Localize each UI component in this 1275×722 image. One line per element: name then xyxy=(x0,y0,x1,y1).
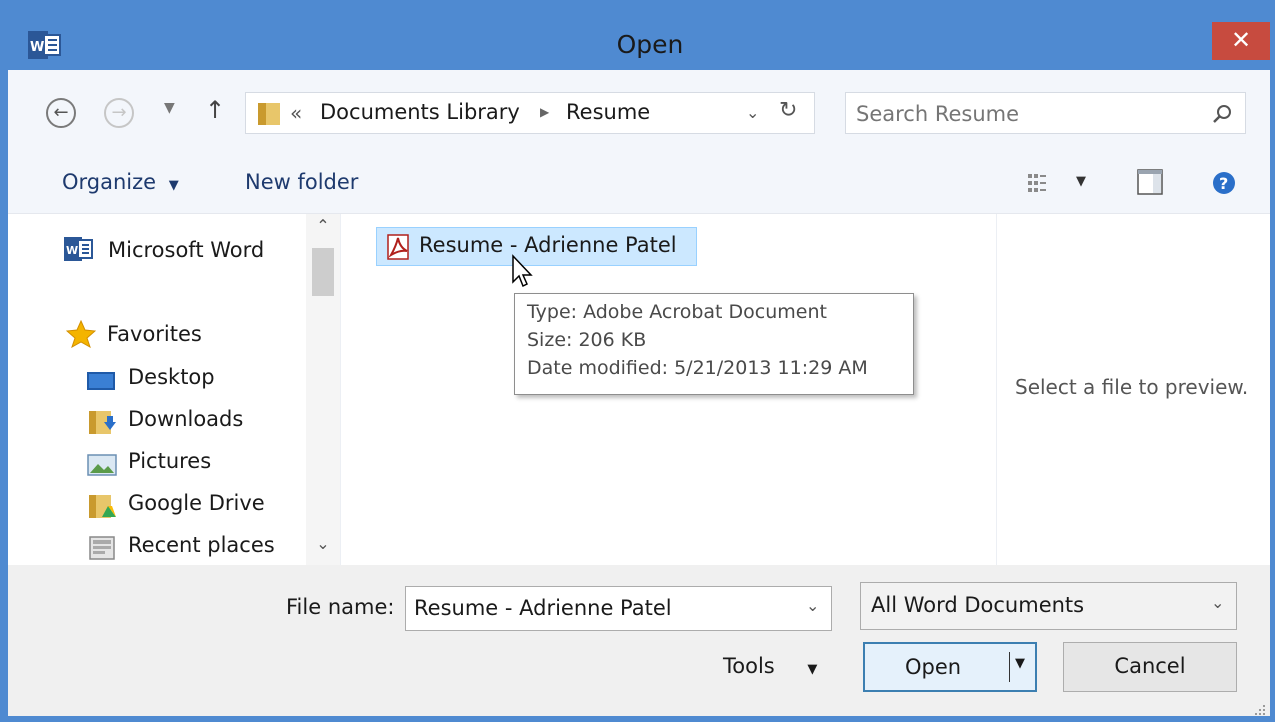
nav-item-desktop[interactable]: Desktop xyxy=(128,365,215,389)
close-button[interactable]: ✕ xyxy=(1212,22,1270,60)
breadcrumb-documents-library[interactable]: Documents Library xyxy=(320,100,520,124)
chevron-down-icon: ▼ xyxy=(807,662,818,677)
file-type-select[interactable]: All Word Documents ⌄ xyxy=(860,582,1237,630)
view-options-icon[interactable] xyxy=(1027,172,1049,194)
open-label: Open xyxy=(905,655,962,679)
chevron-down-icon: ▼ xyxy=(164,100,175,116)
nav-item-favorites[interactable]: Favorites xyxy=(107,322,202,346)
search-input[interactable] xyxy=(854,98,1178,130)
back-arrow-icon: ← xyxy=(53,102,69,123)
open-dialog: W Open ✕ ← → ▼ ↑ « Documents Library ▶ R… xyxy=(0,0,1275,722)
cancel-label: Cancel xyxy=(1114,654,1186,678)
navigation-bar: ← → ▼ ↑ « Documents Library ▶ Resume ⌄ ↻… xyxy=(8,70,1270,152)
back-button[interactable]: ← xyxy=(46,98,76,128)
close-icon: ✕ xyxy=(1230,26,1252,54)
resize-grip-icon[interactable] xyxy=(1254,701,1266,715)
scroll-up-icon[interactable]: ⌃ xyxy=(306,216,340,242)
tools-menu[interactable]: Tools ▼ xyxy=(723,654,817,678)
svg-text:W: W xyxy=(66,244,78,257)
address-dropdown-icon[interactable]: ⌄ xyxy=(746,103,759,122)
open-button[interactable]: Open ▼ xyxy=(863,642,1037,692)
star-icon xyxy=(65,319,97,349)
window-title: Open xyxy=(616,30,684,59)
up-button[interactable]: ↑ xyxy=(205,96,225,124)
tools-label: Tools xyxy=(723,654,775,678)
nav-item-pictures[interactable]: Pictures xyxy=(128,449,211,473)
folder-icon xyxy=(256,99,282,127)
breadcrumb-separator-icon[interactable]: ▶ xyxy=(540,105,549,119)
scrollbar-thumb[interactable] xyxy=(312,248,334,296)
new-folder-button[interactable]: New folder xyxy=(245,170,358,194)
recent-places-icon xyxy=(88,533,118,560)
dialog-client: ← → ▼ ↑ « Documents Library ▶ Resume ⌄ ↻… xyxy=(8,70,1270,716)
scroll-down-icon[interactable]: ⌄ xyxy=(306,534,340,560)
help-icon[interactable]: ? xyxy=(1212,171,1236,195)
nav-item-google-drive[interactable]: Google Drive xyxy=(128,491,265,515)
search-box[interactable] xyxy=(845,92,1246,134)
chevron-down-icon: ▼ xyxy=(168,178,179,193)
file-name-input[interactable]: Resume - Adrienne Patel xyxy=(414,596,672,620)
mouse-cursor-icon xyxy=(511,254,537,290)
file-type-value: All Word Documents xyxy=(871,593,1085,617)
forward-button[interactable]: → xyxy=(104,98,134,128)
preview-pane: Select a file to preview. xyxy=(996,214,1270,565)
chevron-down-icon[interactable]: ⌄ xyxy=(806,596,819,615)
nav-item-microsoft-word[interactable]: Microsoft Word xyxy=(108,238,264,262)
pdf-icon xyxy=(387,234,411,260)
svg-text:?: ? xyxy=(1219,174,1228,193)
nav-item-recent-places[interactable]: Recent places xyxy=(128,533,275,557)
downloads-folder-icon xyxy=(88,408,118,434)
navigation-pane-scrollbar[interactable]: ⌃ ⌄ xyxy=(306,214,340,565)
file-name-label: File name: xyxy=(286,595,395,619)
desktop-icon xyxy=(86,368,116,394)
preview-placeholder: Select a file to preview. xyxy=(1015,375,1249,399)
refresh-icon[interactable]: ↻ xyxy=(779,98,797,123)
breadcrumb-resume[interactable]: Resume xyxy=(566,100,650,124)
search-icon[interactable] xyxy=(1212,104,1232,124)
command-toolbar: Organize ▼ New folder ▼ ? xyxy=(8,152,1270,214)
open-options-dropdown-icon[interactable]: ▼ xyxy=(1015,656,1025,671)
pictures-icon xyxy=(87,452,117,478)
chevron-down-icon: ⌄ xyxy=(1211,593,1225,612)
word-icon: W xyxy=(64,236,94,262)
file-tooltip: Type: Adobe Acrobat Document Size: 206 K… xyxy=(514,293,914,395)
preview-pane-icon[interactable] xyxy=(1137,169,1163,195)
google-drive-folder-icon xyxy=(88,492,118,518)
file-name: Resume - Adrienne Patel xyxy=(419,233,677,257)
up-arrow-icon: ↑ xyxy=(205,96,226,124)
organize-label: Organize xyxy=(62,170,157,194)
forward-arrow-icon: → xyxy=(111,102,127,123)
address-bar[interactable]: « Documents Library ▶ Resume ⌄ ↻ xyxy=(245,92,815,134)
cancel-button[interactable]: Cancel xyxy=(1063,642,1237,692)
file-name-combobox[interactable]: Resume - Adrienne Patel ⌄ xyxy=(405,586,832,631)
recent-locations-dropdown[interactable]: ▼ xyxy=(164,100,175,116)
tooltip-type: Type: Adobe Acrobat Document xyxy=(527,301,827,323)
navigation-pane: W Microsoft Word Favorites Desktop Downl… xyxy=(8,214,341,565)
tooltip-size: Size: 206 KB xyxy=(527,329,647,351)
nav-item-downloads[interactable]: Downloads xyxy=(128,407,243,431)
bottom-panel: File name: Resume - Adrienne Patel ⌄ All… xyxy=(8,565,1270,716)
view-dropdown-icon[interactable]: ▼ xyxy=(1076,174,1086,189)
tooltip-date-modified: Date modified: 5/21/2013 11:29 AM xyxy=(527,357,868,379)
organize-menu[interactable]: Organize ▼ xyxy=(62,170,179,194)
split-divider xyxy=(1009,652,1010,682)
breadcrumb-overflow[interactable]: « xyxy=(290,101,302,125)
